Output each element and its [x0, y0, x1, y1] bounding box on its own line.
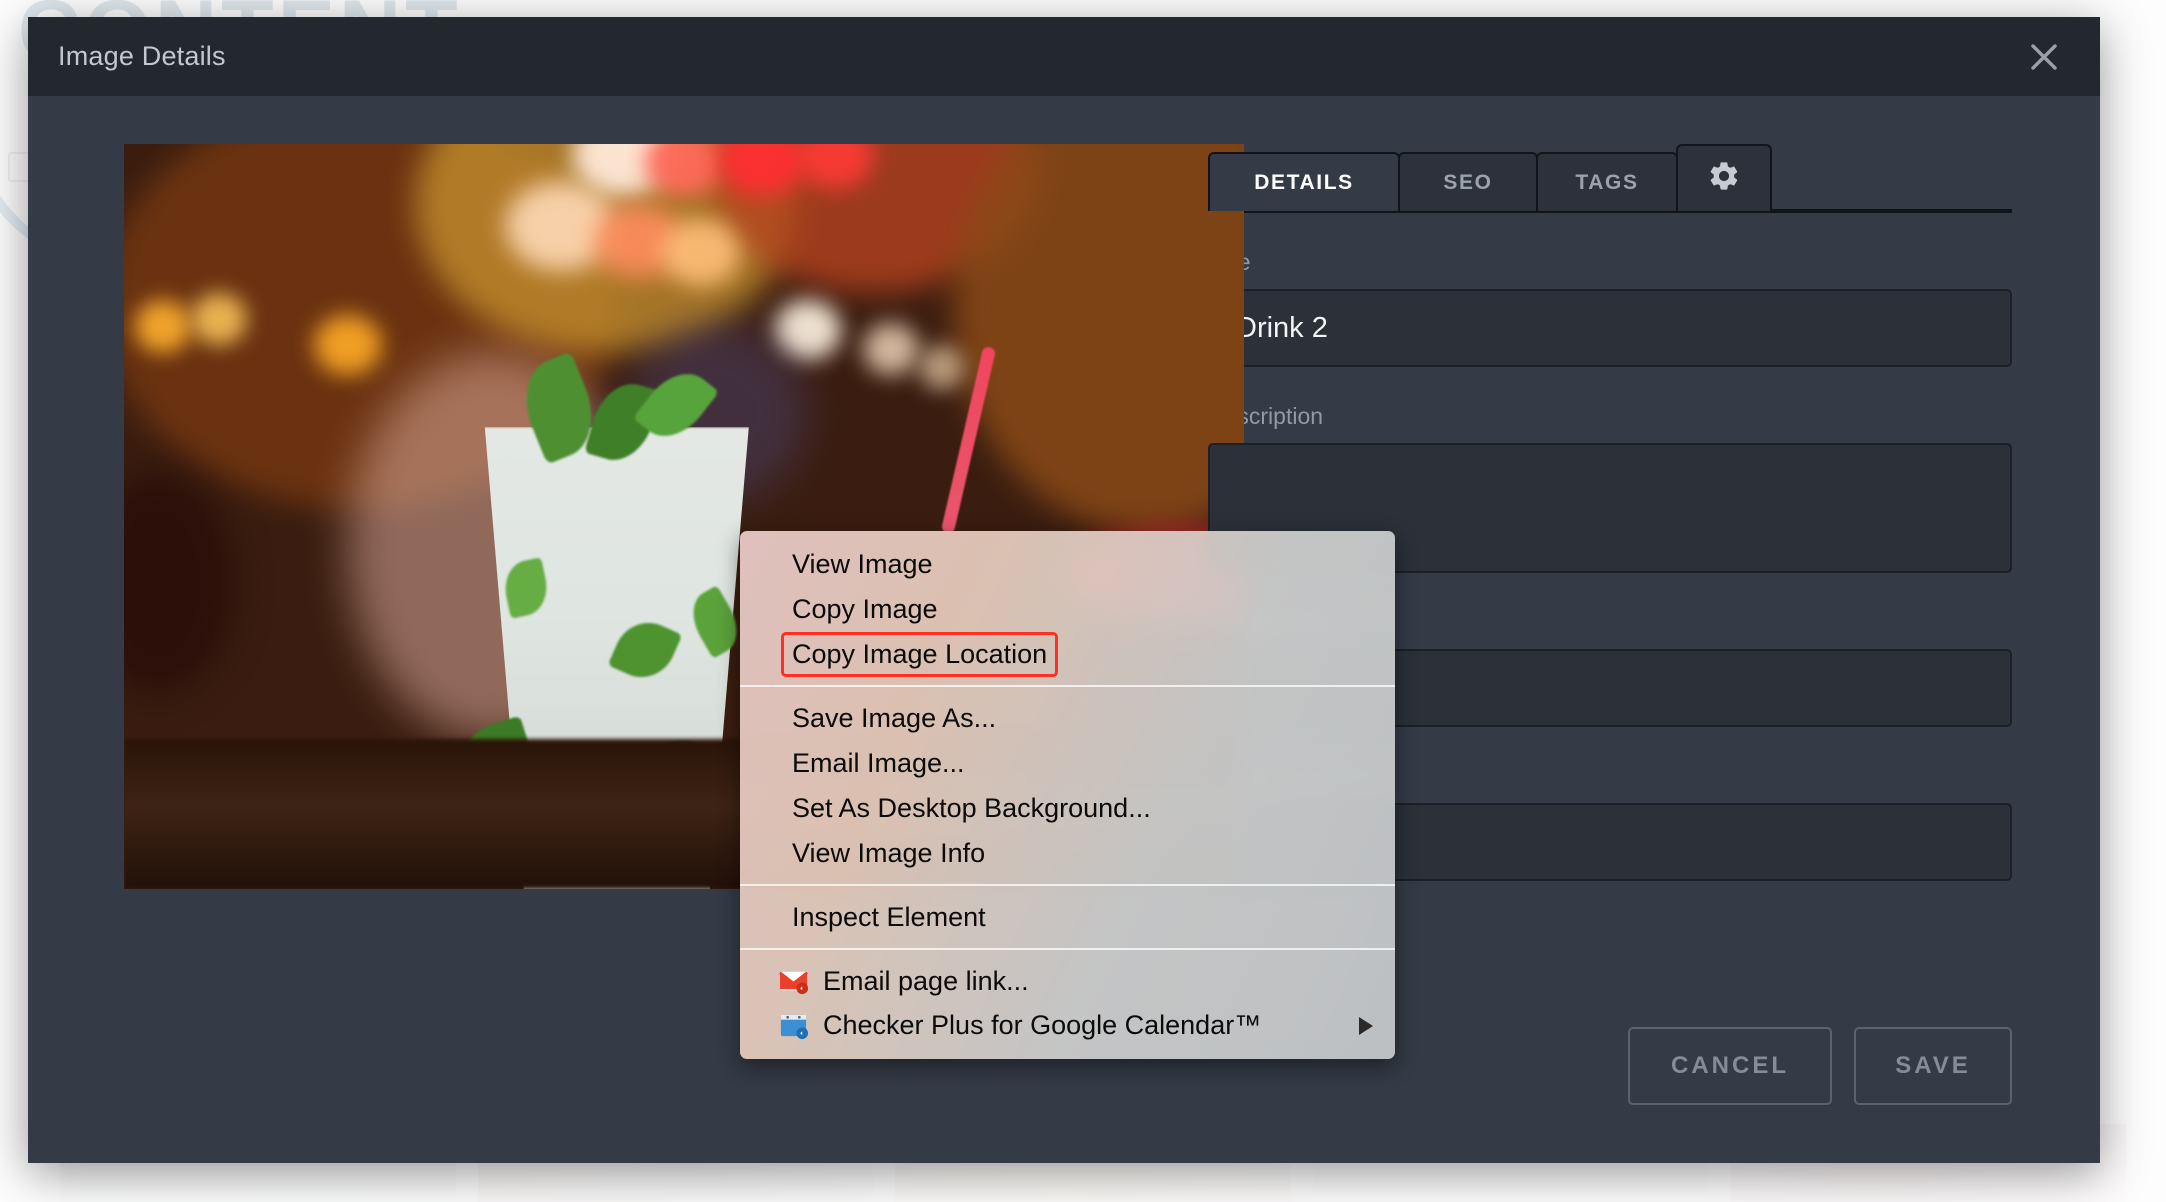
context-menu-item[interactable]: Email page link... [740, 959, 1395, 1004]
page-title: Image Details [58, 41, 226, 71]
context-menu-item[interactable]: Copy Image [740, 587, 1395, 632]
tab-details[interactable]: DETAILS [1208, 152, 1400, 211]
tab-seo-label: SEO [1443, 171, 1493, 194]
context-menu-item[interactable]: Copy Image Location [740, 631, 1395, 677]
field-description-label: Description [1208, 403, 1324, 429]
field-title-label: Title [1208, 249, 2012, 276]
cancel-button[interactable]: CANCEL [1628, 1027, 1832, 1105]
context-menu-group: Inspect Element [740, 883, 1395, 940]
modal-header: Image Details [28, 17, 2100, 96]
tab-seo[interactable]: SEO [1398, 152, 1538, 211]
tab-bar-filler [1770, 209, 2012, 211]
gmail-icon [778, 965, 809, 996]
context-menu-item-label: Inspect Element [792, 901, 986, 932]
context-menu-item-label: Copy Image Location [780, 631, 1059, 677]
context-menu-group: Save Image As... Email Image... Set As Des… [740, 684, 1395, 876]
context-menu-group: View Image Copy Image Copy Image Location [740, 542, 1395, 677]
context-menu-item-label: Save Image As... [792, 702, 997, 733]
context-menu-item-label: View Image Info [792, 837, 986, 868]
save-button[interactable]: SAVE [1854, 1027, 2012, 1105]
browser-context-menu: View Image Copy Image Copy Image Location S… [740, 531, 1395, 1060]
modal-footer-actions: CANCEL SAVE [1628, 1027, 2012, 1105]
context-menu-item[interactable]: Save Image As... [740, 696, 1395, 741]
tab-bar: DETAILS SEO TAGS [1208, 144, 2012, 213]
context-menu-item[interactable]: Set As Desktop Background... [740, 786, 1395, 831]
context-menu-item[interactable]: View Image [740, 542, 1395, 587]
context-menu-item[interactable]: Email Image... [740, 741, 1395, 786]
context-menu-item-label: Email page link... [823, 965, 1029, 996]
tab-settings[interactable] [1676, 144, 1772, 211]
submenu-arrow-icon [1359, 1016, 1373, 1035]
context-menu-item[interactable]: Inspect Element [740, 895, 1395, 940]
close-icon[interactable] [2022, 35, 2066, 79]
context-menu-item-label: Checker Plus for Google Calendar™ [823, 1010, 1262, 1041]
context-menu-item-label: View Image [792, 549, 933, 579]
context-menu-item-label: Email Image... [792, 747, 965, 778]
gear-icon [1707, 162, 1741, 198]
tab-tags[interactable]: TAGS [1536, 152, 1678, 211]
context-menu-item[interactable]: Checker Plus for Google Calendar™ [740, 1003, 1395, 1048]
context-menu-group: Email page link... Checker Plus for Googl… [740, 947, 1395, 1051]
tab-details-label: DETAILS [1254, 171, 1354, 194]
context-menu-item-label: Set As Desktop Background... [792, 792, 1151, 823]
calendar-icon [778, 1010, 809, 1041]
tab-tags-label: TAGS [1575, 171, 1639, 194]
context-menu-item[interactable]: View Image Info [740, 831, 1395, 876]
title-input[interactable]: Drink 2 [1208, 289, 2012, 367]
context-menu-item-label: Copy Image [792, 593, 938, 624]
field-title: Title Drink 2 [1208, 249, 2012, 367]
